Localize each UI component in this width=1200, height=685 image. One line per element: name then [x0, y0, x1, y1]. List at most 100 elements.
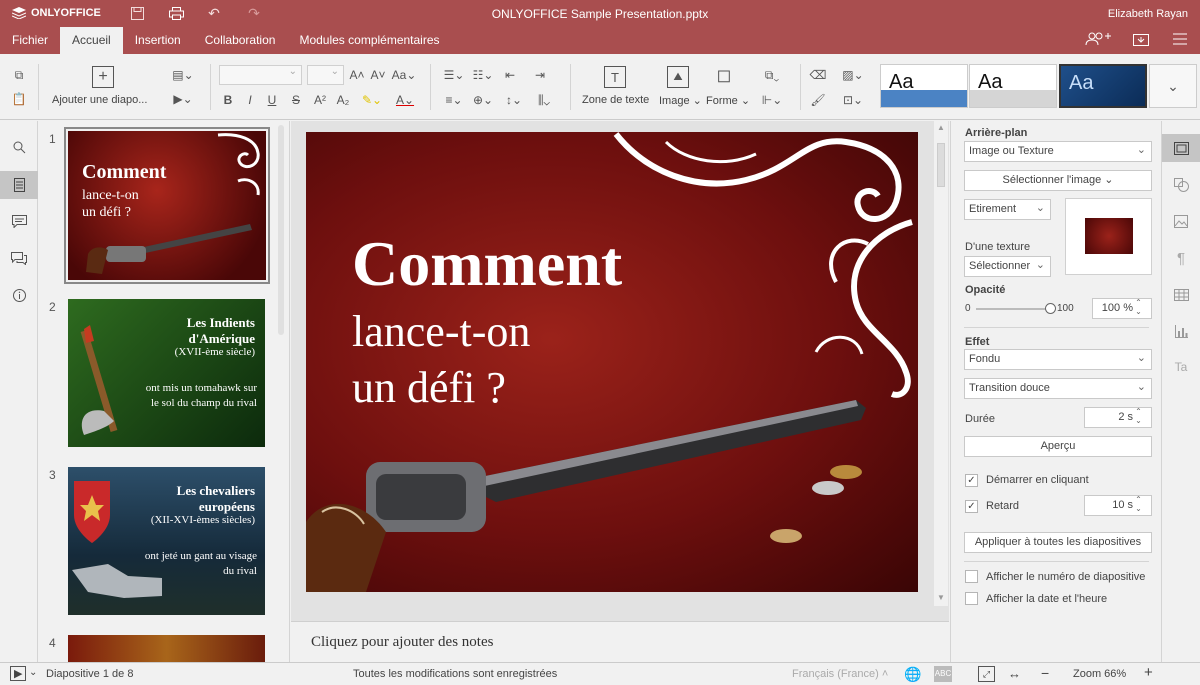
theme-2[interactable]: Aa [969, 64, 1057, 108]
vertical-align-icon[interactable]: ⊕⌄ [472, 91, 494, 109]
add-slide-button[interactable]: Ajouter une diapo... [52, 94, 147, 106]
opacity-spinner[interactable]: 100 % [1092, 298, 1152, 319]
image-icon[interactable]: ⛰ [667, 66, 689, 88]
delay-checkbox[interactable]: ✓ [965, 500, 978, 513]
tab-file[interactable]: Fichier [0, 27, 60, 54]
apply-all-button[interactable]: Appliquer à toutes les diapositives [964, 532, 1152, 553]
change-layout-icon[interactable]: ▤⌄ [170, 66, 196, 84]
decrease-font-icon[interactable]: A˅ [370, 66, 386, 84]
slide-thumb-3[interactable]: Les chevaliers européens (XII-XVI-èmes s… [68, 467, 265, 615]
color-scheme-icon[interactable]: ▨⌄ [840, 66, 866, 84]
slide-thumb-4[interactable] [68, 635, 265, 662]
copy-style-icon[interactable]: 🖌 [810, 91, 826, 109]
increase-indent-icon[interactable]: ⇥ [533, 66, 547, 84]
paragraph-settings-icon[interactable]: ¶ [1162, 244, 1200, 272]
fit-slide-icon[interactable]: ⤢ [978, 666, 995, 682]
zoom-in-icon[interactable]: + [1144, 664, 1153, 681]
tab-home[interactable]: Accueil [60, 27, 123, 54]
duration-spinner[interactable]: 2 s [1084, 407, 1152, 428]
theme-gallery-expand-icon[interactable]: ⌄ [1149, 64, 1197, 108]
document-language-icon[interactable]: 🌐 [904, 666, 921, 683]
canvas-scroll-thumb[interactable] [937, 143, 945, 187]
image-settings-icon[interactable] [1162, 207, 1200, 235]
table-settings-icon[interactable] [1162, 281, 1200, 309]
text-box-icon[interactable]: T [604, 66, 626, 88]
text-box-button[interactable]: Zone de texte [582, 94, 649, 106]
zoom-out-icon[interactable]: − [1041, 665, 1049, 681]
shape-button[interactable]: Forme ⌄ [706, 94, 750, 107]
spellcheck-icon[interactable]: ABC [934, 666, 952, 682]
slide-thumb-2[interactable]: Les Indients d'Amérique (XVII-ème siècle… [68, 299, 265, 447]
slide-size-icon[interactable]: ⊡⌄ [840, 91, 866, 109]
canvas-scrollbar[interactable]: ▲ ▼ [934, 121, 948, 606]
chat-icon[interactable] [0, 244, 38, 272]
current-slide[interactable]: Comment lance-t-on un défi ? [306, 132, 918, 592]
shape-settings-icon[interactable] [1162, 171, 1200, 199]
tab-plugins[interactable]: Modules complémentaires [287, 27, 451, 54]
comments-icon[interactable] [0, 207, 38, 235]
preview-button[interactable]: Aperçu [964, 436, 1152, 457]
start-on-click-checkbox[interactable]: ✓ [965, 474, 978, 487]
slideshow-icon[interactable]: ▶⌄ [170, 90, 196, 108]
text-art-settings-icon[interactable]: Ta [1162, 353, 1200, 381]
copy-icon[interactable]: ⧉ [11, 66, 27, 84]
notes-area[interactable]: Cliquez pour ajouter des notes [291, 621, 949, 662]
about-icon[interactable] [0, 281, 38, 309]
font-size-combo[interactable] [307, 65, 344, 85]
subscript-icon[interactable]: A₂ [336, 91, 350, 109]
arrange-icon[interactable]: ⧉⌄ [760, 66, 784, 84]
slide-title[interactable]: Comment [352, 228, 622, 300]
tab-insert[interactable]: Insertion [123, 27, 193, 54]
open-location-icon[interactable] [1133, 32, 1149, 49]
show-slide-number-checkbox[interactable] [965, 570, 978, 583]
language-select[interactable]: Français (France) ˄ [792, 668, 888, 680]
search-icon[interactable] [0, 133, 38, 161]
slideshow-dropdown-icon[interactable]: ⌄ [29, 667, 37, 678]
line-spacing-icon[interactable]: ↕⌄ [503, 91, 525, 109]
start-slideshow-icon[interactable]: ▶ [10, 666, 27, 681]
decrease-indent-icon[interactable]: ⇤ [503, 66, 517, 84]
effect-select[interactable]: Fondu [964, 349, 1152, 370]
user-name[interactable]: Elizabeth Rayan [1108, 8, 1188, 20]
scroll-up-icon[interactable]: ▲ [937, 123, 945, 132]
add-user-icon[interactable] [1085, 32, 1111, 49]
slide-list-scrollbar[interactable] [278, 125, 284, 335]
image-button[interactable]: Image ⌄ [659, 94, 702, 107]
fit-width-icon[interactable]: ↔ [1008, 666, 1021, 681]
change-case-icon[interactable]: Aa⌄ [392, 66, 417, 84]
underline-icon[interactable]: U [266, 91, 278, 109]
slide-subtitle-line-1[interactable]: lance-t-on [352, 304, 530, 360]
theme-3[interactable]: Aa [1059, 64, 1147, 108]
texture-select[interactable]: Sélectionner [964, 256, 1051, 277]
align-left-icon[interactable]: ≡⌄ [443, 91, 465, 109]
font-color-icon[interactable]: A⌄ [393, 91, 417, 109]
fill-type-select[interactable]: Image ou Texture [964, 141, 1152, 162]
slide-settings-icon[interactable] [1162, 134, 1200, 162]
paste-icon[interactable]: 📋 [11, 90, 27, 108]
stretch-select[interactable]: Etirement [964, 199, 1051, 220]
bullets-icon[interactable]: ☰⌄ [443, 66, 465, 84]
clear-style-icon[interactable]: ⌫ [810, 66, 827, 84]
tab-collaboration[interactable]: Collaboration [193, 27, 288, 54]
superscript-icon[interactable]: A² [313, 91, 327, 109]
highlight-color-icon[interactable]: ✎⌄ [360, 91, 384, 109]
theme-1[interactable]: Aa [880, 64, 968, 108]
slide-thumb-1[interactable]: Comment lance-t-on un défi ? [68, 131, 266, 280]
delay-spinner[interactable]: 10 s [1084, 495, 1152, 516]
increase-font-icon[interactable]: A˄ [349, 66, 365, 84]
select-image-button[interactable]: Sélectionner l'image ⌄ [964, 170, 1152, 191]
add-slide-icon[interactable]: + [92, 66, 114, 88]
columns-icon[interactable]: ⫼⌄ [533, 91, 555, 109]
numbering-icon[interactable]: ☷⌄ [472, 66, 494, 84]
italic-icon[interactable]: I [244, 91, 256, 109]
strikethrough-icon[interactable]: S [290, 91, 302, 109]
chart-settings-icon[interactable] [1162, 317, 1200, 345]
scroll-down-icon[interactable]: ▼ [937, 593, 945, 602]
transition-select[interactable]: Transition douce [964, 378, 1152, 399]
show-date-checkbox[interactable] [965, 592, 978, 605]
align-shape-icon[interactable]: ⊩⌄ [760, 91, 784, 109]
font-name-combo[interactable] [219, 65, 302, 85]
opacity-slider-track[interactable] [976, 308, 1051, 310]
opacity-slider-thumb[interactable] [1045, 303, 1056, 314]
slides-panel-icon[interactable] [0, 171, 38, 199]
